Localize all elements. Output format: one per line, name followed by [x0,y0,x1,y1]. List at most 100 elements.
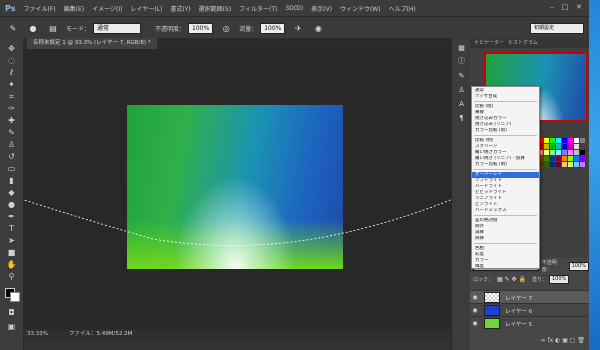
color-swatch[interactable] [562,156,567,161]
color-swatch[interactable] [562,144,567,149]
color-swatch[interactable] [544,144,549,149]
blend-mode-option[interactable]: ディザ合成 [472,94,539,100]
color-swatch[interactable] [550,138,555,143]
color-swatch[interactable] [568,138,573,143]
menu-layer[interactable]: レイヤー(L) [130,4,162,13]
color-swatch[interactable] [574,150,579,155]
canvas-area[interactable] [23,49,451,329]
color-swatch[interactable] [544,162,549,167]
color-swatch[interactable] [580,156,585,161]
tab-histogram[interactable]: ヒストグラム [508,38,538,48]
type-tool-icon[interactable]: T [6,224,17,234]
stamp-tool-icon[interactable]: ♙ [6,140,17,150]
layer-actions-icons[interactable]: ∞ fx ◐ ▣ ▢ 🗑 [541,337,585,344]
blur-tool-icon[interactable]: ◆ [6,188,17,198]
color-swatch[interactable] [562,162,567,167]
color-swatch[interactable] [550,156,555,161]
color-swatch[interactable] [544,150,549,155]
close-icon[interactable]: ✕ [574,3,584,12]
brush-panel-icon[interactable]: ✎ [457,72,466,81]
color-swatch[interactable] [574,162,579,167]
blend-mode-option[interactable]: 輝度 [472,264,539,270]
eye-icon[interactable]: ◉ [470,294,480,301]
color-swatch[interactable] [580,150,585,155]
marquee-tool-icon[interactable]: ◌ [6,56,17,66]
color-swatch[interactable] [556,150,561,155]
layers-opacity-field[interactable]: 100% [568,261,589,271]
tab-navigator[interactable]: ナビゲーター [474,38,504,48]
menu-window[interactable]: ウィンドウ(W) [340,4,381,13]
move-tool-icon[interactable]: ✥ [6,44,17,54]
color-swatch[interactable] [550,150,555,155]
menu-edit[interactable]: 編集(E) [64,4,84,13]
color-swatch[interactable] [568,156,573,161]
color-swatch[interactable] [544,156,549,161]
eye-icon[interactable]: ◉ [470,307,480,314]
pressure-opacity-icon[interactable]: ◎ [219,21,233,35]
eyedropper-tool-icon[interactable]: ✑ [6,104,17,114]
menu-filter[interactable]: フィルター(T) [239,4,277,13]
color-swatch[interactable] [568,162,573,167]
color-swatch[interactable] [580,138,585,143]
pen-tool-icon[interactable]: ✒ [6,212,17,222]
opacity-field[interactable]: 100% [188,22,214,34]
document-tab[interactable]: 名称未設定 1 @ 33.3% (レイヤー 7, RGB/8) * [27,38,157,49]
airbrush-icon[interactable]: ✈ [291,21,305,35]
workspace-select[interactable]: 初期設定 [530,22,584,34]
blend-mode-option[interactable]: カラー比較 (暗) [472,128,539,134]
history-icon[interactable]: ▦ [457,44,466,53]
menu-file[interactable]: ファイル(F) [23,4,55,13]
color-swatch[interactable] [544,138,549,143]
paragraph-icon[interactable]: ¶ [457,114,466,123]
color-swatch[interactable] [574,138,579,143]
path-select-tool-icon[interactable]: ➤ [6,236,17,246]
quick-select-tool-icon[interactable]: ✦ [6,80,17,90]
menu-select[interactable]: 選択範囲(S) [199,4,232,13]
quick-mask-icon[interactable]: ◘ [6,308,17,318]
mode-select[interactable]: 通常 [93,22,142,34]
screen-mode-icon[interactable]: ▣ [6,322,17,332]
flow-field[interactable]: 100% [260,22,286,34]
color-swatch[interactable] [574,156,579,161]
layer-row[interactable]: ◉ レイヤー 7 [470,290,589,304]
layer-row[interactable]: ◉ レイヤー 5 [470,316,589,330]
menu-type[interactable]: 書式(Y) [170,4,190,13]
blend-mode-option[interactable]: ハードミックス [472,208,539,214]
foreground-color-swatch[interactable] [10,292,20,302]
menu-help[interactable]: ヘルプ(H) [389,4,416,13]
gradient-tool-icon[interactable]: ▮ [6,176,17,186]
history-brush-icon[interactable]: ↺ [6,152,17,162]
shape-tool-icon[interactable]: ■ [6,248,17,258]
lock-icons[interactable]: ▦ ✎ ✥ 🔒 [497,276,526,283]
color-swatch[interactable] [556,138,561,143]
menu-image[interactable]: イメージ(I) [92,4,122,13]
color-swatch[interactable] [568,144,573,149]
color-swatch[interactable] [556,156,561,161]
color-swatch[interactable] [562,150,567,155]
layer-row[interactable]: ◉ レイヤー 6 [470,303,589,317]
color-swatch[interactable] [580,144,585,149]
character-icon[interactable]: A [457,100,466,109]
brush-preset-icon[interactable]: ● [26,21,40,35]
document-image[interactable] [127,105,343,269]
clone-source-icon[interactable]: ♙ [457,86,466,95]
zoom-tool-icon[interactable]: ⚲ [6,272,17,282]
eye-icon[interactable]: ◉ [470,320,480,327]
brush-panel-icon[interactable]: ▤ [46,21,60,35]
color-swatch[interactable] [574,144,579,149]
menu-view[interactable]: 表示(V) [311,4,332,13]
info-icon[interactable]: ⓘ [457,57,466,66]
maximize-icon[interactable]: □ [560,3,570,12]
fill-field[interactable]: 100% [548,274,570,284]
zoom-readout[interactable]: 33.33% [27,329,48,339]
blend-mode-option[interactable]: 除算 [472,236,539,242]
hand-tool-icon[interactable]: ✋ [6,260,17,270]
color-swatch[interactable] [550,144,555,149]
pressure-size-icon[interactable]: ◉ [311,21,325,35]
color-swatch[interactable] [556,162,561,167]
color-swatch[interactable] [580,162,585,167]
brush-tool-icon[interactable]: ✎ [6,128,17,138]
crop-tool-icon[interactable]: ⌗ [6,92,17,102]
minimize-icon[interactable]: – [547,3,557,12]
menu-3d[interactable]: 3D(D) [285,5,303,12]
